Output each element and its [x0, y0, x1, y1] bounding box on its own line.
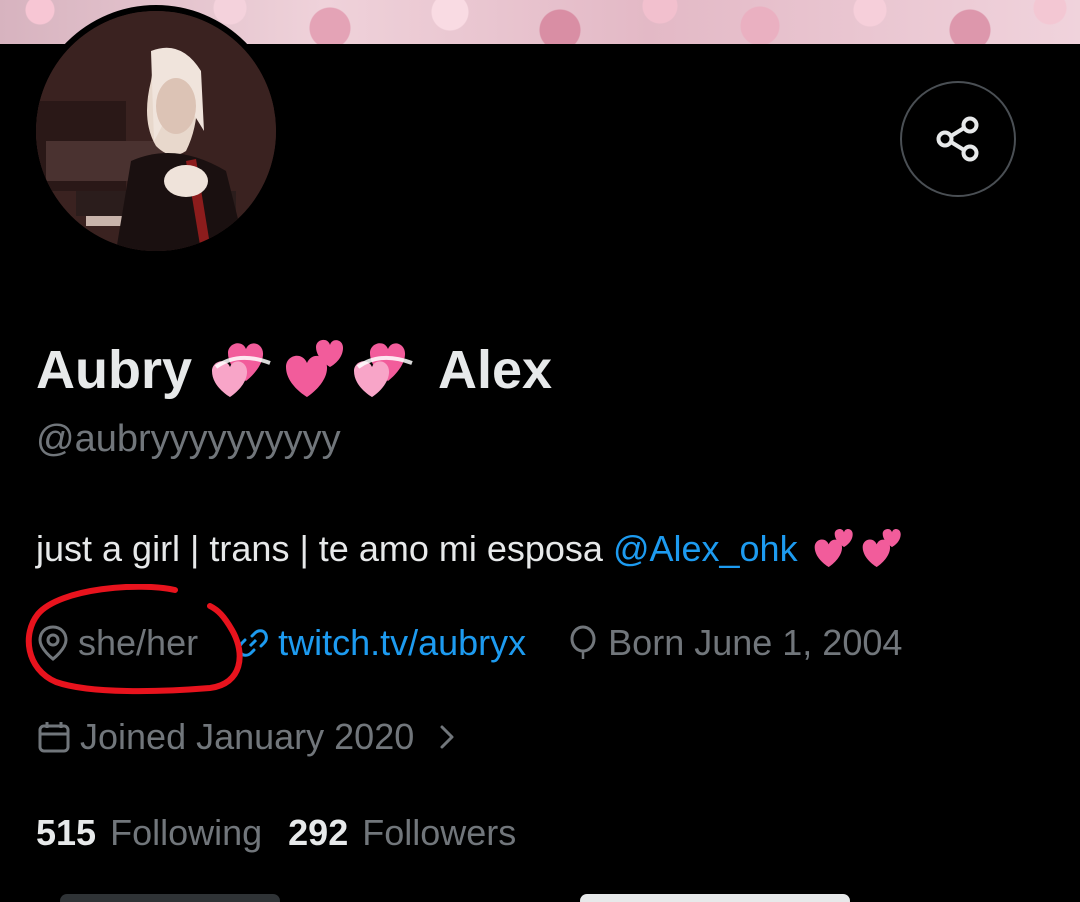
website-item[interactable]: twitch.tv/aubryx [236, 622, 526, 664]
followers-count[interactable]: 292 [288, 812, 348, 854]
heart-emoji-icon [354, 343, 413, 397]
calendar-icon [38, 722, 70, 753]
follow-stats: 515 Following 292 Followers [36, 812, 542, 854]
share-icon [936, 116, 979, 162]
following-label[interactable]: Following [110, 812, 262, 854]
website-link[interactable]: twitch.tv/aubryx [278, 622, 526, 664]
bio-text: just a girl | trans | te amo mi esposa [36, 528, 603, 569]
profile-bio: just a girl | trans | te amo mi esposa @… [36, 527, 906, 571]
pronouns-item: she/her [36, 622, 198, 664]
followers-label[interactable]: Followers [362, 812, 516, 854]
display-name: Aubry Alex [36, 330, 552, 410]
share-button[interactable] [900, 81, 1016, 197]
balloon-icon [570, 625, 596, 659]
profile-page: Aubry Alex @aubryyyyyyyyyy just a girl |… [0, 0, 1080, 902]
bio-mention-link[interactable]: @Alex_ohk [613, 528, 798, 570]
name-heart-emojis [208, 337, 422, 403]
link-icon [238, 629, 268, 657]
birthday-item: Born June 1, 2004 [566, 622, 902, 664]
heart-emoji-icon [814, 528, 853, 567]
tab-bar-left-edge[interactable] [60, 894, 280, 902]
bio-heart-emojis [810, 527, 906, 571]
location-pin-icon [38, 625, 68, 661]
joined-item[interactable]: Joined January 2020 [36, 716, 462, 758]
following-count[interactable]: 515 [36, 812, 96, 854]
display-name-second: Alex [438, 340, 553, 400]
avatar[interactable] [36, 11, 276, 251]
chevron-right-icon [440, 725, 454, 749]
pronouns-text: she/her [78, 622, 199, 663]
avatar-picture [36, 11, 276, 251]
birthday-text: Born June 1, 2004 [608, 622, 903, 663]
heart-emoji-icon [212, 343, 271, 397]
heart-emoji-icon [862, 528, 901, 567]
profile-handle: @aubryyyyyyyyyy [36, 418, 341, 460]
profile-meta: she/her twitch.tv/aubryx Born June 1, 20… [36, 622, 902, 664]
tab-bar-right-edge[interactable] [580, 894, 850, 902]
display-name-first: Aubry [36, 340, 193, 400]
joined-text: Joined January 2020 [80, 716, 415, 757]
heart-emoji-icon [286, 339, 344, 397]
